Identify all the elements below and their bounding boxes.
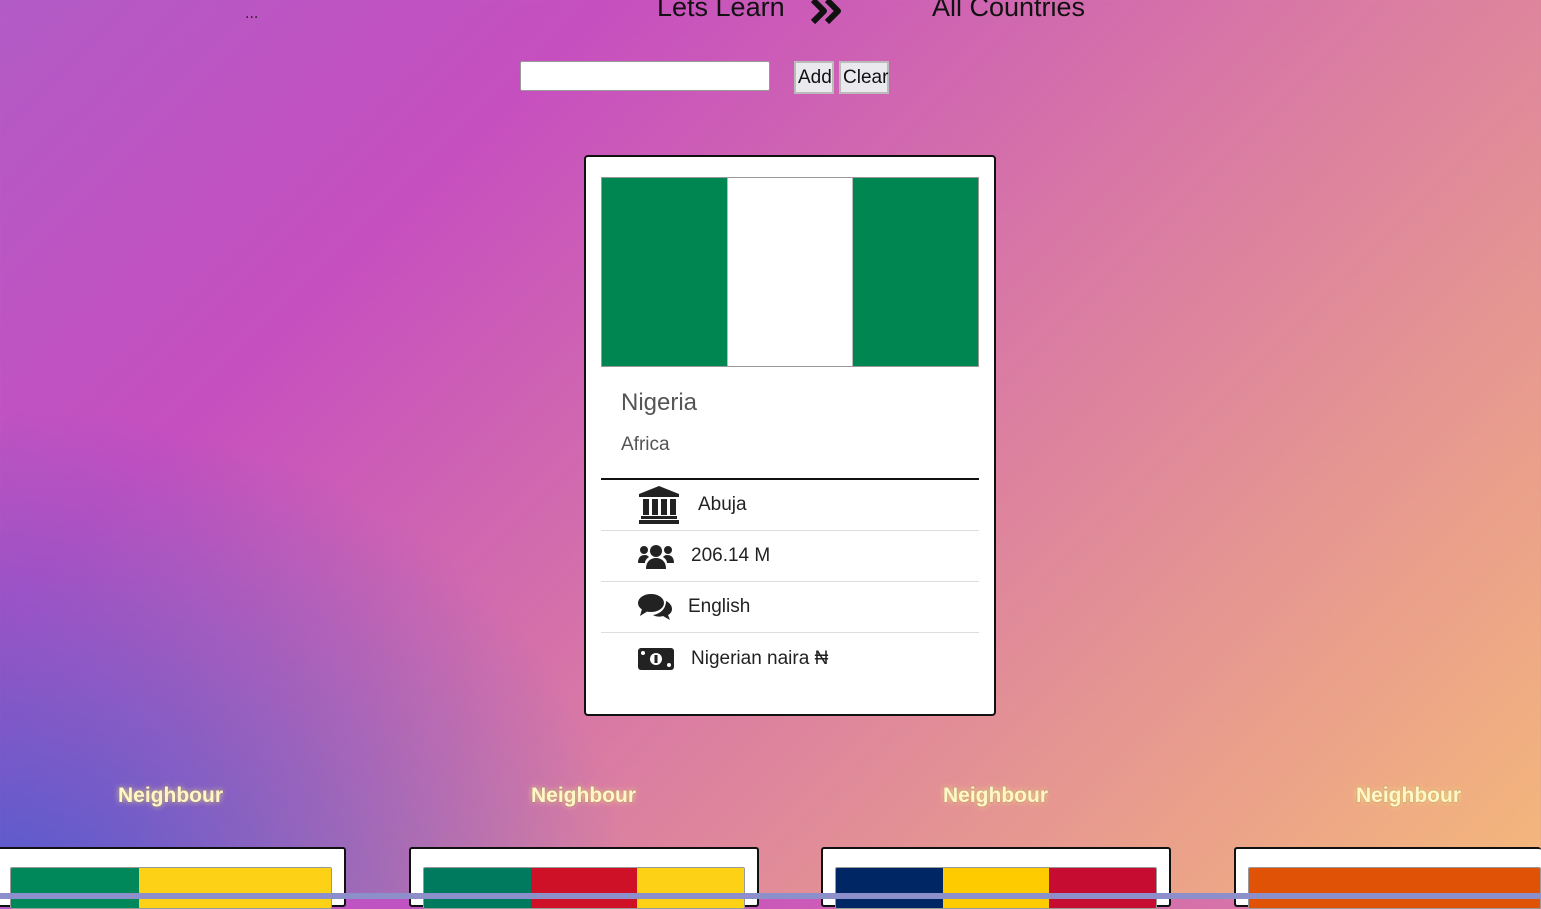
neighbour-flag — [835, 867, 1157, 909]
currency-money-icon — [638, 647, 674, 670]
population-users-icon — [638, 545, 674, 569]
neighbour-flag — [423, 867, 745, 909]
capital-value: Abuja — [698, 494, 747, 515]
double-chevron-right-icon — [810, 0, 841, 25]
neighbour-label: Neighbour — [1356, 784, 1461, 807]
clear-button[interactable]: Clear — [839, 61, 889, 94]
country-search-input[interactable] — [520, 61, 770, 91]
neighbour-flag — [10, 867, 332, 909]
country-card: Nigeria Africa Abuja 206.14 M English Ni… — [584, 155, 996, 716]
menu-dots[interactable]: ... — [245, 6, 258, 22]
horizontal-scrollbar[interactable] — [0, 893, 1541, 899]
flag-stripe — [139, 868, 331, 908]
country-flag — [601, 177, 979, 367]
country-name: Nigeria — [621, 389, 698, 416]
population-row: 206.14 M — [601, 531, 979, 582]
neighbour-label: Neighbour — [118, 784, 223, 807]
flag-stripe — [530, 868, 638, 908]
language-comments-icon — [638, 594, 672, 620]
nav-all-countries-link[interactable]: All Countries — [932, 0, 1085, 23]
nav-lets-learn-link[interactable]: Lets Learn — [657, 0, 785, 23]
currency-value: Nigerian naira ₦ — [691, 647, 829, 669]
flag-stripe — [726, 178, 854, 366]
flag-stripe — [637, 868, 744, 908]
flag-stripe — [853, 178, 979, 366]
capital-building-icon — [639, 486, 679, 524]
flag-stripe — [942, 868, 1050, 908]
add-button[interactable]: Add — [794, 61, 834, 94]
country-region: Africa — [621, 434, 670, 455]
flag-stripe — [602, 178, 727, 366]
language-row: English — [601, 582, 979, 633]
language-value: English — [688, 596, 751, 617]
neighbour-label: Neighbour — [943, 784, 1048, 807]
population-value: 206.14 M — [691, 545, 771, 566]
neighbour-label: Neighbour — [531, 784, 636, 807]
capital-row: Abuja — [601, 480, 979, 531]
flag-stripe — [1249, 868, 1540, 908]
currency-row: Nigerian naira ₦ — [601, 633, 979, 684]
flag-stripe — [1049, 868, 1156, 908]
flag-stripe — [11, 868, 139, 908]
flag-stripe — [424, 868, 531, 908]
flag-stripe — [836, 868, 943, 908]
neighbour-flag — [1248, 867, 1541, 909]
